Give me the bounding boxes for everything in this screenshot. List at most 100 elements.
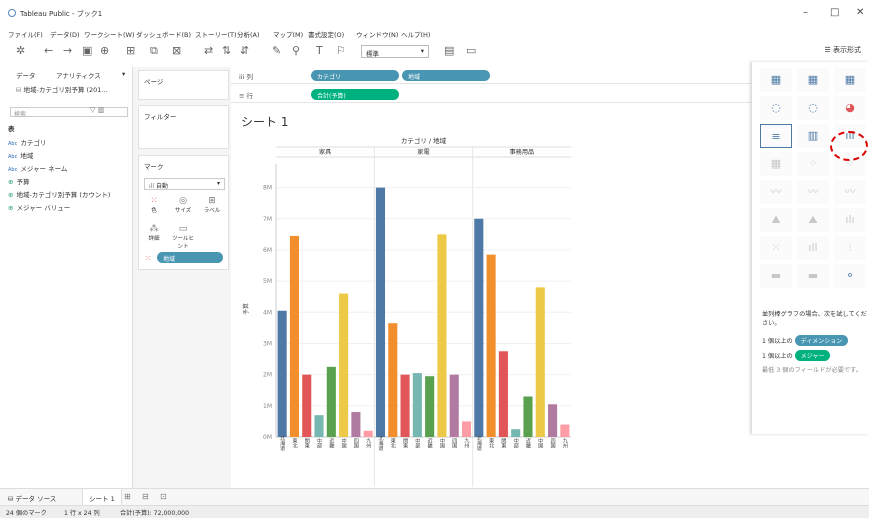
stacked-bar-icon[interactable]: ▥ (797, 124, 829, 148)
scatter-plot-icon[interactable]: ⁙ (760, 236, 792, 260)
menu-window[interactable]: ウィンドウ(N) (356, 29, 398, 39)
bar (449, 374, 459, 437)
swap-icon[interactable]: ⇄ (204, 44, 213, 57)
packed-bubbles-icon[interactable]: ⚬ (834, 264, 866, 288)
menu-help[interactable]: ヘルプ(H) (401, 29, 430, 39)
label-icon[interactable]: T (316, 44, 323, 57)
field-measure-values[interactable]: ⊕ メジャー バリュー (8, 202, 70, 212)
field-count[interactable]: ⊕ 地域-カテゴリ別予算 (カウント) (8, 189, 110, 199)
tab-analytics[interactable]: アナリティクス (56, 70, 101, 80)
area-continuous-icon[interactable]: ⛰ (760, 208, 792, 232)
clear-sheet-icon[interactable]: ⊠ (172, 44, 181, 57)
field-region[interactable]: Abc 地域 (8, 150, 33, 160)
box-whisker-icon[interactable]: ⫶ (834, 236, 866, 260)
histogram-icon[interactable]: ıll (797, 236, 829, 260)
tab-data[interactable]: データ (16, 70, 36, 80)
pages-card[interactable]: ページ (138, 70, 229, 100)
group-icon[interactable]: ⚲ (292, 44, 300, 57)
show-me-hint: 並列棒グラフの場合、次を試してください。 1 個以上の ディメンション 1 個以… (762, 310, 869, 375)
category-pill[interactable]: カテゴリ (311, 70, 399, 81)
close-button[interactable]: ✕ (856, 7, 864, 18)
rows-shelf[interactable]: ≡ 行 合計(予算) (231, 86, 751, 103)
bullet-graph-icon[interactable]: ▬ (797, 264, 829, 288)
new-story-icon[interactable]: ⊡ (160, 492, 167, 501)
filter-icon[interactable]: ▽ ▥ (90, 106, 104, 114)
label-button[interactable]: ⊞ ラベル (203, 196, 221, 214)
detail-button[interactable]: ⁂ 詳細 (145, 224, 163, 242)
sort-asc-icon[interactable]: ⇅ (222, 44, 231, 57)
new-worksheet-icon[interactable]: ⊞ (126, 44, 135, 57)
menu-dashboard[interactable]: ダッシュボード(B) (136, 29, 191, 39)
show-me-label: 表示形式 (833, 46, 861, 54)
panel-menu-icon[interactable]: ▾ (122, 70, 125, 78)
bar (388, 323, 398, 437)
menu-format[interactable]: 書式設定(O) (308, 29, 344, 39)
size-icon: ◎ (179, 196, 187, 206)
menu-map[interactable]: マップ(M) (273, 29, 303, 39)
new-dashboard-icon[interactable]: ⊟ (142, 492, 149, 501)
field-measure-names[interactable]: Abc メジャー ネーム (8, 163, 67, 173)
circle-view-icon[interactable]: ⁘ (797, 152, 829, 176)
area-discrete-icon[interactable]: ⛰ (797, 208, 829, 232)
horizontal-bar-icon[interactable]: ≡ (760, 124, 792, 148)
save-icon[interactable]: ▣ (82, 44, 92, 57)
dual-line-icon[interactable]: 〰 (834, 180, 866, 204)
tab-sheet-1[interactable]: シート 1 (82, 489, 122, 506)
new-datasource-icon[interactable]: ⊕ (100, 44, 109, 57)
minimize-button[interactable]: – (803, 7, 808, 18)
datasource-tab[interactable]: ⛁ データ ソース (8, 493, 56, 503)
region-color-pill[interactable]: 地域 (157, 252, 223, 263)
filled-map-icon[interactable]: ◌ (797, 96, 829, 120)
menu-worksheet[interactable]: ワークシート(W) (84, 29, 135, 39)
redo-icon[interactable]: → (63, 44, 72, 57)
status-marks: 24 個のマーク (6, 510, 47, 517)
undo-icon[interactable]: ← (44, 44, 53, 57)
line-discrete-icon[interactable]: 〰 (797, 180, 829, 204)
highlight-icon[interactable]: ✎ (272, 44, 281, 57)
region-pill[interactable]: 地域 (402, 70, 490, 81)
maximize-button[interactable]: □ (830, 7, 839, 18)
menu-file[interactable]: ファイル(F) (8, 29, 43, 39)
field-search-input[interactable]: 検索 (10, 107, 128, 118)
sum-budget-pill[interactable]: 合計(予算) (311, 89, 399, 100)
tableau-logo-icon[interactable]: ✲ (16, 44, 25, 57)
duplicate-icon[interactable]: ⧉ (150, 44, 158, 58)
pie-chart-icon[interactable]: ◕ (834, 96, 866, 120)
bar-chart: カテゴリ / 地域家具北海道 東北 関東 中部 近畿 中国 四国 九州家電北海道 東北 関東 中部近… (242, 136, 571, 487)
field-budget[interactable]: ⊕ 予算 (8, 176, 29, 186)
y-tick-label: 8M (263, 185, 272, 192)
highlight-table-icon[interactable]: ▦ (834, 68, 866, 92)
line-continuous-icon[interactable]: 〰 (760, 180, 792, 204)
presentation-icon[interactable]: ▭ (466, 44, 476, 57)
y-tick-label: 4M (263, 309, 272, 316)
menu-data[interactable]: データ(D) (50, 29, 80, 39)
region-tick-label: 北海道 (279, 434, 285, 452)
datasource-item[interactable]: ⛁ 地域-カテゴリ別予算 (201… (16, 84, 108, 94)
menu-story[interactable]: ストーリー(T) (195, 29, 237, 39)
sort-desc-icon[interactable]: ⇵ (240, 44, 249, 57)
menu-analysis[interactable]: 分析(A) (237, 29, 260, 39)
mark-type-select[interactable]: ıll 自動 ▾ (144, 178, 225, 190)
size-button[interactable]: ◎ サイズ (174, 196, 192, 214)
pin-icon[interactable]: ⚐ (336, 44, 346, 57)
color-button[interactable]: ⁙ 色 (145, 196, 163, 214)
show-me-button[interactable]: ☰ 表示形式 (824, 45, 861, 55)
field-category[interactable]: Abc カテゴリ (8, 137, 46, 147)
dual-combination-icon[interactable]: ılı (834, 208, 866, 232)
tooltip-button[interactable]: ▭ ツールヒント (171, 224, 195, 250)
fit-select[interactable]: 標準 ▾ (361, 45, 429, 58)
region-tick-label: 北海道 (377, 434, 383, 452)
text-table-icon[interactable]: ▦ (760, 68, 792, 92)
symbol-map-icon[interactable]: ◌ (760, 96, 792, 120)
bar (351, 412, 361, 437)
req-prefix: 1 個以上の (762, 353, 793, 360)
heat-map-icon[interactable]: ▦ (797, 68, 829, 92)
menu-bar: ファイル(F) データ(D) ワークシート(W) ダッシュボード(B) ストーリ… (0, 25, 869, 39)
new-worksheet-icon[interactable]: ⊞ (124, 492, 131, 501)
gantt-icon[interactable]: ▬ (760, 264, 792, 288)
treemap-icon[interactable]: ▦ (760, 152, 792, 176)
columns-shelf[interactable]: iii 列 カテゴリ 地域 (231, 67, 751, 84)
category-header: 家電 (417, 148, 429, 156)
filters-card[interactable]: フィルター (138, 105, 229, 149)
show-cards-icon[interactable]: ▤ (444, 44, 454, 57)
